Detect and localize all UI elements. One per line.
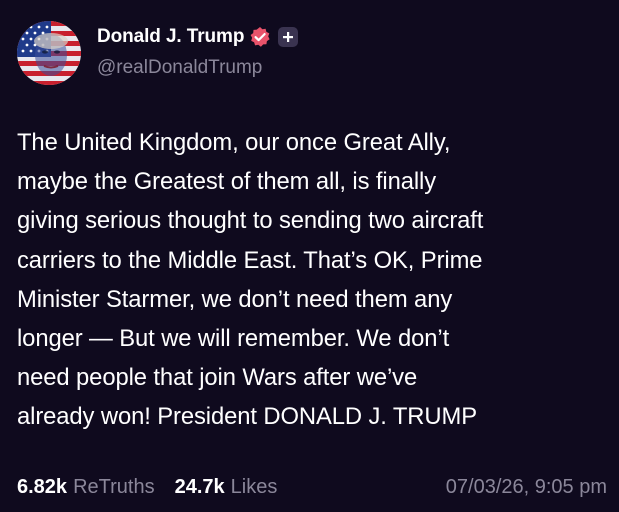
- post-timestamp[interactable]: 07/03/26, 9:05 pm: [446, 476, 607, 499]
- post-line: Minister Starmer, we don’t need them any: [17, 285, 453, 313]
- post-line: need people that join Wars after we’ve: [17, 364, 418, 392]
- verified-badge-icon: [249, 26, 271, 48]
- retruths-label: ReTruths: [73, 475, 155, 498]
- post-card: Donald J. Trump @realDonaldTrump The Uni…: [0, 0, 619, 512]
- author-name-row: Donald J. Trump: [97, 24, 299, 50]
- avatar[interactable]: [17, 21, 81, 85]
- flag-face-avatar-icon: [17, 21, 81, 85]
- post-line: carriers to the Middle East. That’s OK, …: [17, 246, 483, 274]
- display-name[interactable]: Donald J. Trump: [97, 26, 244, 48]
- likes-count: 24.7k: [174, 475, 225, 498]
- post-line: already won! President DONALD J. TRUMP: [17, 403, 477, 431]
- retruths-stat[interactable]: 6.82k ReTruths: [17, 476, 155, 499]
- post-footer: 6.82k ReTruths 24.7k Likes 07/03/26, 9:0…: [17, 472, 607, 502]
- post-line: giving serious thought to sending two ai…: [17, 207, 484, 235]
- post-body: The United Kingdom, our once Great Ally,…: [17, 123, 607, 437]
- likes-stat[interactable]: 24.7k Likes: [175, 476, 278, 499]
- post-line: maybe the Greatest of them all, is final…: [17, 168, 437, 196]
- plus-icon[interactable]: [278, 27, 299, 47]
- post-line: longer — But we will remember. We don’t: [17, 325, 450, 353]
- user-handle[interactable]: @realDonaldTrump: [97, 57, 262, 79]
- retruths-count: 6.82k: [17, 475, 68, 498]
- likes-label: Likes: [230, 475, 278, 498]
- post-line: The United Kingdom, our once Great Ally,: [17, 129, 451, 156]
